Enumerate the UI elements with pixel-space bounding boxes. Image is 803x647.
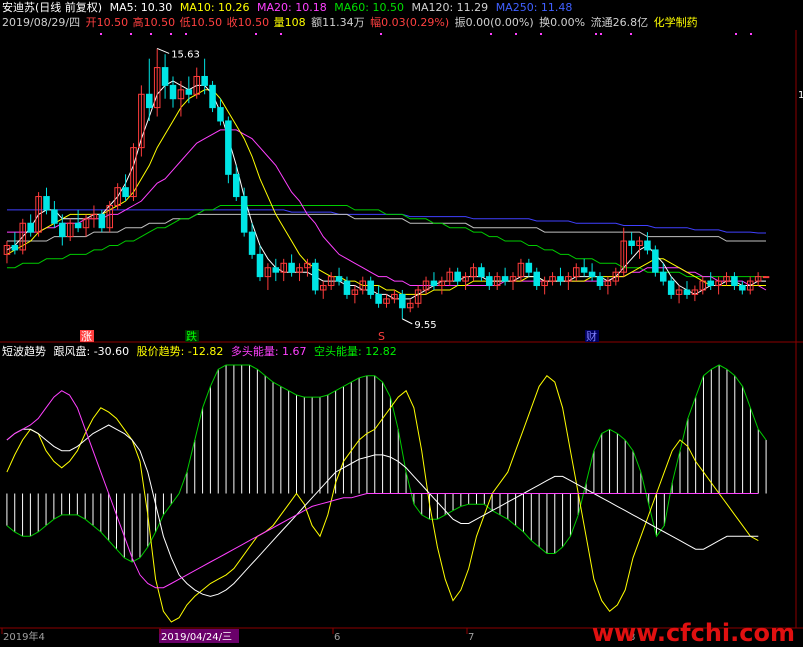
candle-body [335, 276, 343, 282]
candle-body [683, 289, 691, 295]
candle-body [367, 280, 374, 295]
candle-body [240, 196, 248, 233]
candle-body [11, 244, 19, 251]
candle-body [74, 222, 82, 229]
low-pointer [402, 318, 413, 325]
candle-body [525, 262, 533, 273]
event-dot [600, 33, 602, 35]
candle-body [256, 253, 264, 278]
candle-body [343, 280, 351, 295]
candle-body [248, 231, 256, 255]
event-dot [100, 33, 102, 35]
candle-body [312, 262, 319, 291]
event-dot [130, 33, 132, 35]
candle-body [161, 67, 169, 86]
date-label: 2019/04/24/三 [161, 632, 232, 643]
event-dot [750, 33, 752, 35]
candle-body [739, 285, 746, 291]
candle-body [288, 262, 295, 273]
candle-body [588, 271, 596, 278]
event-dot [490, 33, 492, 35]
side-marker: 1 [798, 90, 803, 101]
event-dot [735, 33, 737, 35]
candle-body [146, 93, 153, 109]
high-label: 15.63 [171, 49, 200, 60]
candle-body [659, 271, 667, 282]
candle-body [225, 120, 232, 175]
date-label: 2019年4 [3, 630, 45, 643]
candle-body [707, 280, 714, 287]
candle-body [185, 89, 193, 95]
die-tag: 跌 [186, 329, 197, 343]
event-dot [170, 33, 172, 35]
candle-body [209, 84, 216, 109]
event-dot [630, 33, 632, 35]
candle-body [667, 280, 675, 295]
candle-body [51, 209, 58, 224]
low-label: 9.55 [414, 320, 436, 331]
date-label: 6 [334, 632, 340, 643]
high-pointer [156, 47, 170, 54]
event-dot [540, 33, 542, 35]
candle-body [27, 222, 34, 233]
candle-body [430, 280, 438, 287]
candle-body [169, 84, 177, 100]
candle-body [59, 222, 66, 238]
candle-body [501, 276, 509, 282]
candle-body [596, 276, 604, 287]
s_mark-tag: S [378, 330, 385, 343]
candle-body [399, 293, 406, 309]
event-dot [280, 33, 282, 35]
candle-body [217, 107, 224, 122]
event-dot [255, 33, 257, 35]
candle-body [557, 276, 564, 282]
event-dot [380, 33, 382, 35]
candle-body [478, 267, 485, 278]
event-dot [595, 33, 597, 35]
candle-body [652, 249, 659, 273]
ma120-line [7, 213, 766, 242]
candle-body [580, 267, 588, 273]
cai-tag: 财 [586, 329, 597, 343]
candle-body [98, 213, 106, 229]
candle-body [272, 267, 280, 273]
candle-body [731, 276, 738, 287]
event-dot [185, 33, 187, 35]
candle-body [533, 271, 541, 287]
ma250-line [7, 209, 766, 234]
candle-body [122, 187, 129, 198]
candle-body [201, 75, 208, 86]
zhang-tag: 涨 [81, 330, 92, 343]
stock-chart[interactable]: 1 15.639.55涨跌 S 财 2019年4 2019/04/24/三 6 7 8 [0, 0, 803, 647]
candle-body [232, 173, 240, 198]
bear-energy-line [6, 364, 767, 563]
date-label: 7 [468, 632, 474, 643]
watermark: www.cfchi.com [591, 619, 795, 647]
candle-body [644, 240, 651, 251]
event-dot [515, 33, 517, 35]
candle-body [486, 276, 493, 287]
candle-body [375, 293, 382, 304]
candle-body [454, 271, 461, 282]
candle-body [628, 240, 635, 246]
candle-body [43, 196, 50, 211]
candle-body [762, 276, 770, 279]
event-dot [150, 33, 152, 35]
